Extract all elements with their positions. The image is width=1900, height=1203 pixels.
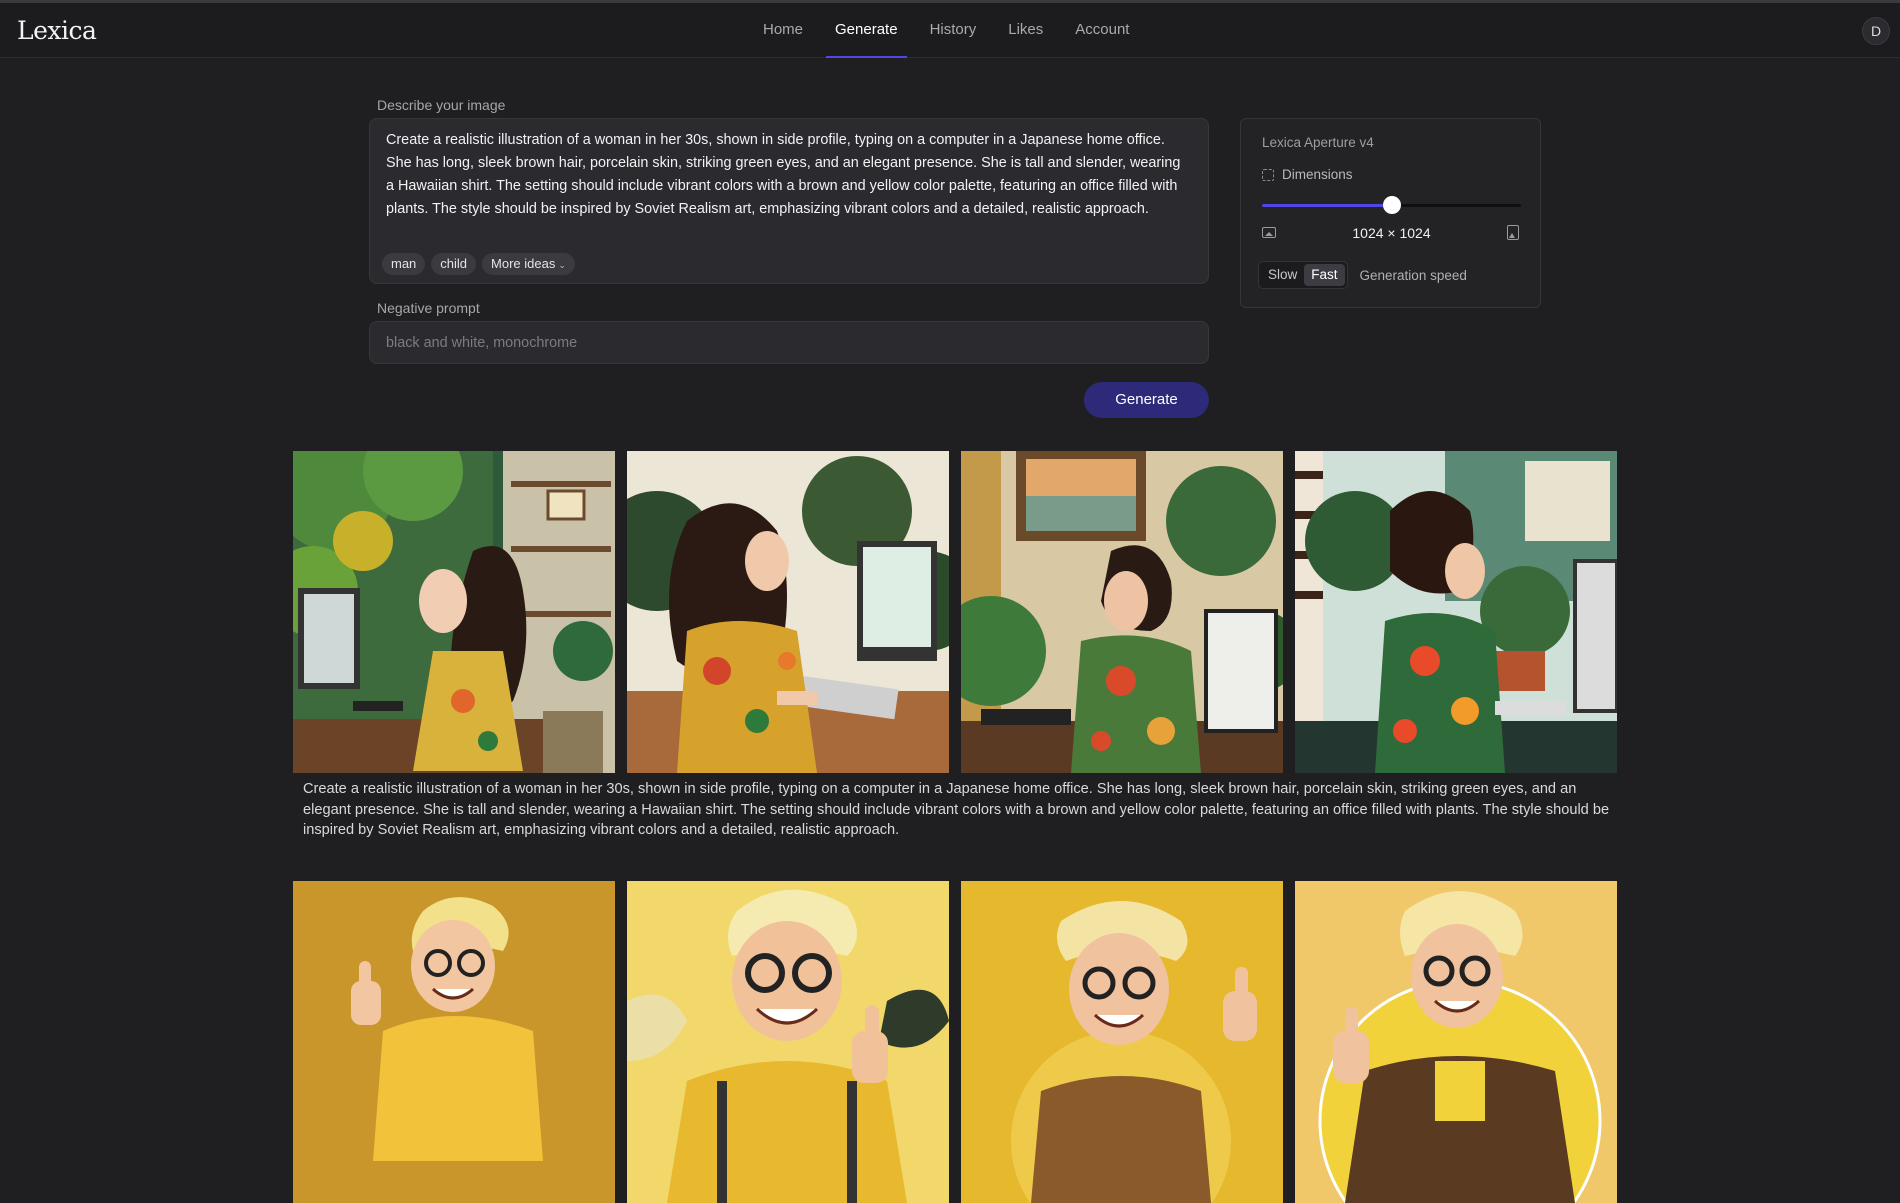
result-image[interactable]: [627, 881, 949, 1203]
user-avatar[interactable]: D: [1862, 17, 1890, 45]
slider-thumb[interactable]: [1382, 196, 1401, 214]
result-image[interactable]: [293, 451, 615, 773]
prompt-label: Describe your image: [377, 97, 506, 113]
prompt-suggestion-chips: man child More ideas ⌄: [382, 253, 575, 275]
top-navigation-bar: Lexica Home Generate History Likes Accou…: [0, 0, 1900, 58]
result-grid-1: [293, 451, 1617, 773]
dimensions-value: 1024 × 1024: [1352, 225, 1431, 241]
result-caption: Create a realistic illustration of a wom…: [303, 781, 1610, 838]
negative-prompt-field[interactable]: [369, 321, 1209, 364]
woman-office-illustration: [1295, 451, 1617, 773]
result-image[interactable]: [961, 881, 1283, 1203]
prompt-textarea[interactable]: Create a realistic illustration of a wom…: [369, 118, 1209, 284]
dimensions-label: Dimensions: [1282, 167, 1353, 182]
negative-prompt-input[interactable]: [386, 333, 1186, 353]
generation-settings-panel: Lexica Aperture v4 Dimensions 1024 × 102…: [1240, 118, 1541, 308]
prompt-text[interactable]: Create a realistic illustration of a wom…: [386, 129, 1186, 221]
speed-fast-option[interactable]: Fast: [1304, 264, 1345, 286]
portrait-image-icon[interactable]: [1507, 225, 1519, 240]
nav-generate[interactable]: Generate: [824, 3, 909, 58]
nav-account[interactable]: Account: [1064, 3, 1140, 58]
dimensions-readout-row: 1024 × 1024: [1262, 223, 1521, 243]
blond-man-thumbs-up-illustration: [1295, 881, 1617, 1203]
result-image[interactable]: [1295, 881, 1617, 1203]
result-image[interactable]: [293, 881, 615, 1203]
woman-office-illustration: [961, 451, 1283, 773]
slider-fill: [1262, 204, 1392, 207]
blond-man-thumbs-up-illustration: [627, 881, 949, 1203]
speed-slow-option[interactable]: Slow: [1261, 264, 1304, 286]
chevron-down-icon: ⌄: [558, 260, 566, 270]
more-ideas-button[interactable]: More ideas ⌄: [482, 253, 575, 275]
woman-office-illustration: [293, 451, 615, 773]
more-ideas-label: More ideas: [491, 256, 556, 271]
nav-likes[interactable]: Likes: [997, 3, 1054, 58]
result-image[interactable]: [961, 451, 1283, 773]
blond-man-thumbs-up-illustration: [293, 881, 615, 1203]
chip-man[interactable]: man: [382, 253, 426, 275]
chip-child[interactable]: child: [431, 253, 477, 275]
result-image[interactable]: [1295, 451, 1617, 773]
result-image[interactable]: [627, 451, 949, 773]
main-nav: Home Generate History Likes Account: [752, 3, 1150, 58]
woman-office-illustration: [627, 451, 949, 773]
aspect-ratio-slider[interactable]: [1262, 196, 1521, 214]
nav-home[interactable]: Home: [752, 3, 814, 58]
generation-speed-label: Generation speed: [1359, 267, 1467, 283]
negative-prompt-label: Negative prompt: [377, 300, 480, 316]
generation-speed-row: Slow Fast Generation speed: [1258, 261, 1467, 289]
result-grid-2: [293, 881, 1617, 1203]
dimensions-row: Dimensions: [1262, 167, 1353, 182]
dimensions-icon: [1262, 168, 1274, 181]
lexica-logo[interactable]: Lexica: [17, 16, 97, 45]
blond-man-thumbs-up-illustration: [961, 881, 1283, 1203]
speed-toggle: Slow Fast: [1258, 261, 1348, 289]
model-selector[interactable]: Lexica Aperture v4: [1262, 135, 1374, 150]
generate-button[interactable]: Generate: [1084, 382, 1209, 418]
nav-history[interactable]: History: [919, 3, 988, 58]
